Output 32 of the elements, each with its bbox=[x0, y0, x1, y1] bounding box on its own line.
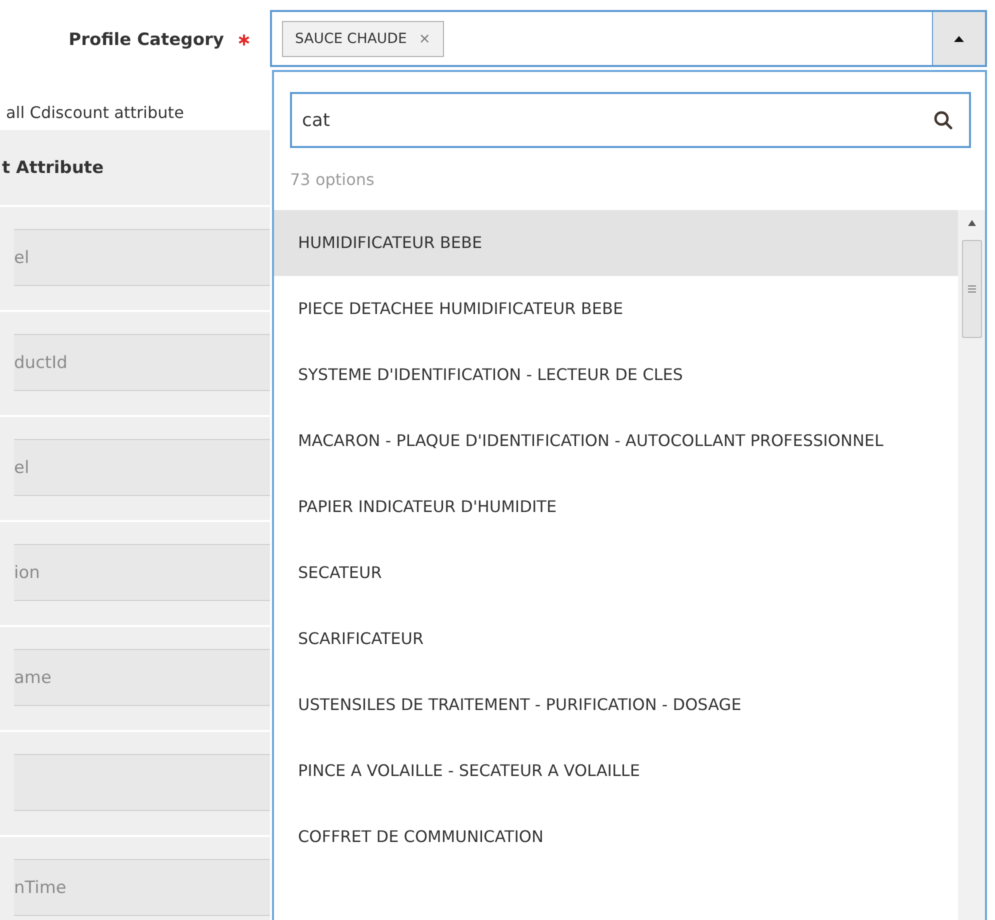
field-placeholder: nTime bbox=[14, 878, 66, 898]
tag-label: SAUCE CHAUDE bbox=[295, 30, 407, 46]
option-item[interactable]: SECATEUR bbox=[274, 540, 958, 606]
field-placeholder: ductId bbox=[14, 352, 68, 372]
option-item[interactable]: HUMIDIFICATEUR BEBE bbox=[274, 210, 958, 276]
search-field[interactable]: cat bbox=[290, 92, 971, 148]
note-text: all Cdiscount attribute bbox=[5, 102, 185, 124]
field-label: Profile Category bbox=[68, 30, 224, 50]
field-placeholder: el bbox=[14, 458, 30, 478]
option-item[interactable]: PAPIER INDICATEUR D'HUMIDITE bbox=[274, 474, 958, 540]
input-field[interactable] bbox=[14, 754, 270, 811]
field-placeholder: ame bbox=[14, 668, 52, 688]
option-item[interactable]: COFFRET DE COMMUNICATION bbox=[274, 804, 958, 870]
field-placeholder: el bbox=[14, 248, 30, 268]
option-item[interactable]: PINCE A VOLAILLE - SECATEUR A VOLAILLE bbox=[274, 738, 958, 804]
scrollbar-thumb[interactable] bbox=[962, 240, 982, 338]
scrollbar[interactable] bbox=[958, 210, 985, 920]
caret-up-icon bbox=[954, 36, 964, 42]
remove-tag-button[interactable]: × bbox=[418, 30, 431, 46]
multiselect-field[interactable]: SAUCE CHAUDE × bbox=[270, 10, 987, 67]
column-heading: t Attribute bbox=[1, 158, 104, 178]
option-item[interactable]: PIECE DETACHEE HUMIDIFICATEUR BEBE bbox=[274, 276, 958, 342]
option-item[interactable]: SYSTEME D'IDENTIFICATION - LECTEUR DE CLES bbox=[274, 342, 958, 408]
field-placeholder: ion bbox=[14, 562, 40, 582]
scroll-up-icon bbox=[968, 220, 976, 226]
grip-icon bbox=[968, 285, 976, 293]
option-item[interactable]: MACARON - PLAQUE D'IDENTIFICATION - AUTOCOLLANT PROFESSIONNEL bbox=[274, 408, 958, 474]
search-icon bbox=[933, 110, 953, 130]
option-item[interactable]: SCARIFICATEUR bbox=[274, 606, 958, 672]
option-item[interactable]: USTENSILES DE TRAITEMENT - PURIFICATION - DOSAGE bbox=[274, 672, 958, 738]
options-count: 73 options bbox=[289, 169, 376, 191]
dropdown-toggle-button[interactable] bbox=[932, 12, 985, 65]
